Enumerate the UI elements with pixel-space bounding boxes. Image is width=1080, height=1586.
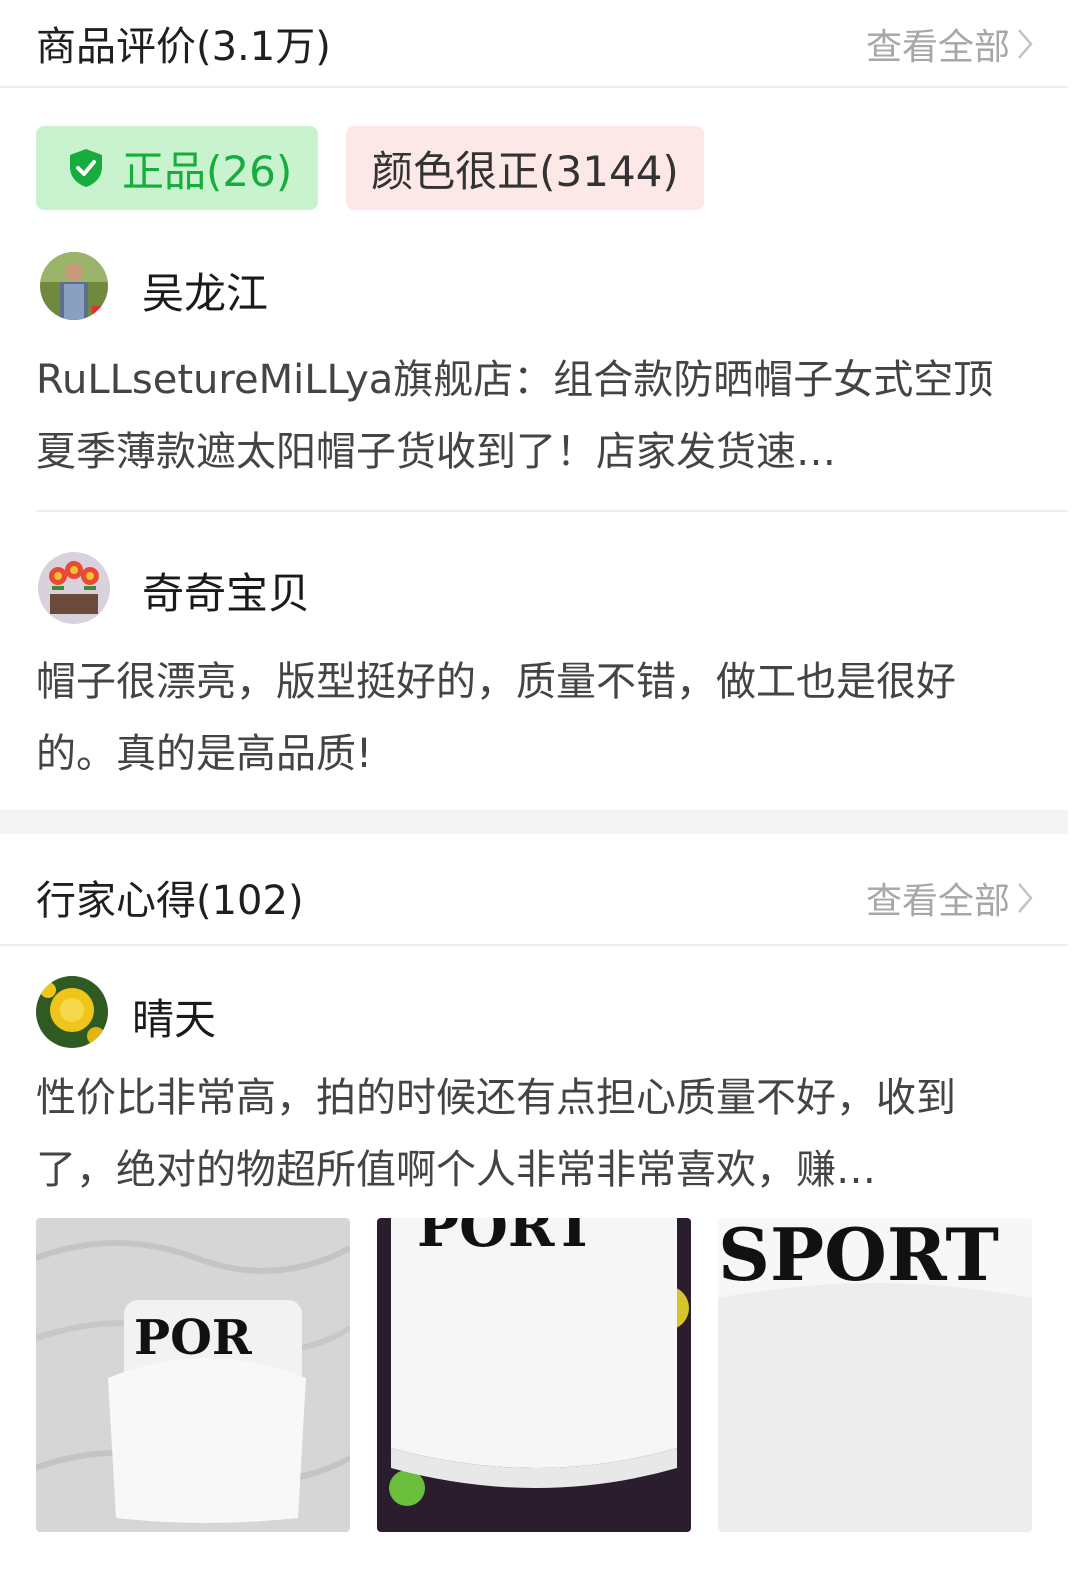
chevron-right-icon xyxy=(1018,29,1033,59)
review-photo[interactable]: PORT xyxy=(377,1218,691,1532)
avatar[interactable] xyxy=(36,976,108,1048)
tag-genuine-label: 正品(26) xyxy=(122,146,293,196)
avatar[interactable] xyxy=(38,552,110,624)
cap-photo-1: POR xyxy=(36,1218,350,1532)
experience-header: 行家心得(102) 查看全部 xyxy=(0,858,1068,946)
tag-color-label: 颜色很正(3144) xyxy=(371,146,679,196)
review-photo[interactable]: POR xyxy=(36,1218,350,1532)
section-separator xyxy=(0,810,1068,834)
view-all-label: 查看全部 xyxy=(865,27,1010,68)
reviewer-name: 晴天 xyxy=(132,995,217,1044)
review-photo[interactable]: SPORT xyxy=(718,1218,1032,1532)
cap-photo-3: SPORT xyxy=(718,1218,1032,1532)
experience-view-all-link[interactable]: 查看全部 xyxy=(866,872,1034,924)
cap-photo-2: PORT xyxy=(377,1218,691,1532)
avatar-image-man xyxy=(40,252,108,320)
divider xyxy=(36,510,1068,512)
reviews-header: 商品评价(3.1万) 查看全部 xyxy=(0,0,1068,88)
tag-color-accurate[interactable]: 颜色很正(3144) xyxy=(346,126,704,210)
reviews-title: 商品评价(3.1万) xyxy=(36,24,331,70)
avatar[interactable] xyxy=(40,252,108,320)
reviewer-name: 吴龙江 xyxy=(142,269,269,318)
review-text[interactable]: 性价比非常高，拍的时候还有点担心质量不好，收到了，绝对的物超所值啊个人非常非常喜… xyxy=(36,1062,1026,1206)
shield-check-icon xyxy=(70,149,102,187)
tag-genuine[interactable]: 正品(26) xyxy=(36,126,318,210)
reviewer-name: 奇奇宝贝 xyxy=(142,569,311,618)
chevron-right-icon xyxy=(1018,883,1033,913)
review-text[interactable]: 帽子很漂亮，版型挺好的，质量不错，做工也是很好的。真的是高品质! xyxy=(36,646,1026,790)
cap-print-text: POR xyxy=(134,1310,253,1366)
review-text[interactable]: RuLLsetureMiLLya旗舰店：组合款防晒帽子女式空顶夏季薄款遮太阳帽子… xyxy=(36,344,1026,488)
avatar-image-flowers xyxy=(38,552,110,624)
cap-print-text: SPORT xyxy=(718,1218,999,1297)
cap-print-text: PORT xyxy=(417,1218,595,1260)
experience-title: 行家心得(102) xyxy=(36,878,304,924)
view-all-label: 查看全部 xyxy=(865,881,1010,922)
reviews-view-all-link[interactable]: 查看全部 xyxy=(866,18,1034,70)
avatar-image-chrysanthemum xyxy=(36,976,108,1048)
